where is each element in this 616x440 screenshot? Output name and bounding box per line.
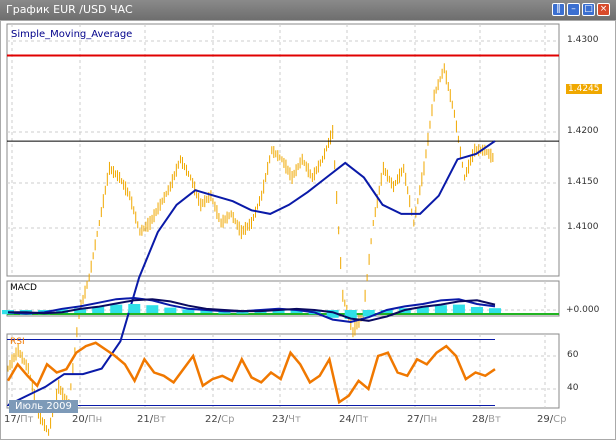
day-number: 17: [4, 414, 17, 425]
x-axis-label: 27/Пн: [407, 414, 438, 425]
price-tick: 1.4100: [567, 222, 599, 232]
macd-histogram-bar: [470, 307, 483, 313]
x-axis-label: 22/Ср: [205, 414, 235, 425]
weekday: Пт: [355, 414, 369, 425]
day-number: 27: [407, 414, 420, 425]
weekday: Ср: [221, 414, 235, 425]
x-axis-label: 17/Пт: [4, 414, 34, 425]
weekday: Пн: [423, 414, 438, 425]
period-label: Июль 2009: [9, 400, 78, 413]
macd-histogram-bar: [434, 305, 447, 313]
day-number: 22: [205, 414, 218, 425]
price-tick: 1.4200: [567, 126, 599, 136]
weekday: Вт: [488, 414, 501, 425]
day-number: 23: [272, 414, 285, 425]
weekday: Пн: [88, 414, 103, 425]
price-tick: 1.4150: [567, 177, 599, 187]
x-axis-label: 23/Чт: [272, 414, 301, 425]
panel-0: [6, 23, 560, 277]
x-axis-label: 29/Ср: [537, 414, 567, 425]
x-axis-label: 28/Вт: [472, 414, 501, 425]
macd-histogram-bar: [146, 305, 159, 313]
x-axis-label: 24/Пт: [339, 414, 369, 425]
weekday: Ср: [553, 414, 567, 425]
macd-histogram-bar: [489, 308, 501, 313]
day-number: 29: [537, 414, 550, 425]
weekday: Пт: [20, 414, 34, 425]
macd-histogram-bar: [164, 307, 177, 313]
day-number: 24: [339, 414, 352, 425]
macd-histogram-bar: [110, 304, 123, 313]
weekday: Чт: [288, 414, 301, 425]
price-tick: 1.4300: [567, 35, 599, 45]
chart-canvas[interactable]: [0, 0, 616, 440]
day-number: 21: [137, 414, 150, 425]
day-number: 20: [72, 414, 85, 425]
rsi-tick: 60: [567, 350, 579, 360]
weekday: Вт: [153, 414, 166, 425]
current-price-badge: 1.4245: [566, 84, 602, 94]
macd-histogram-bar: [128, 304, 141, 313]
rsi-tick: 40: [567, 383, 579, 393]
macd-tick: +0.000: [566, 305, 600, 315]
indicator-label: Simple_Moving_Average: [11, 29, 133, 40]
macd-label: MACD: [10, 283, 37, 293]
rsi-label: RSI: [10, 337, 25, 347]
x-axis-label: 21/Вт: [137, 414, 166, 425]
x-axis-label: 20/Пн: [72, 414, 103, 425]
macd-histogram-bar: [452, 304, 465, 313]
day-number: 28: [472, 414, 485, 425]
